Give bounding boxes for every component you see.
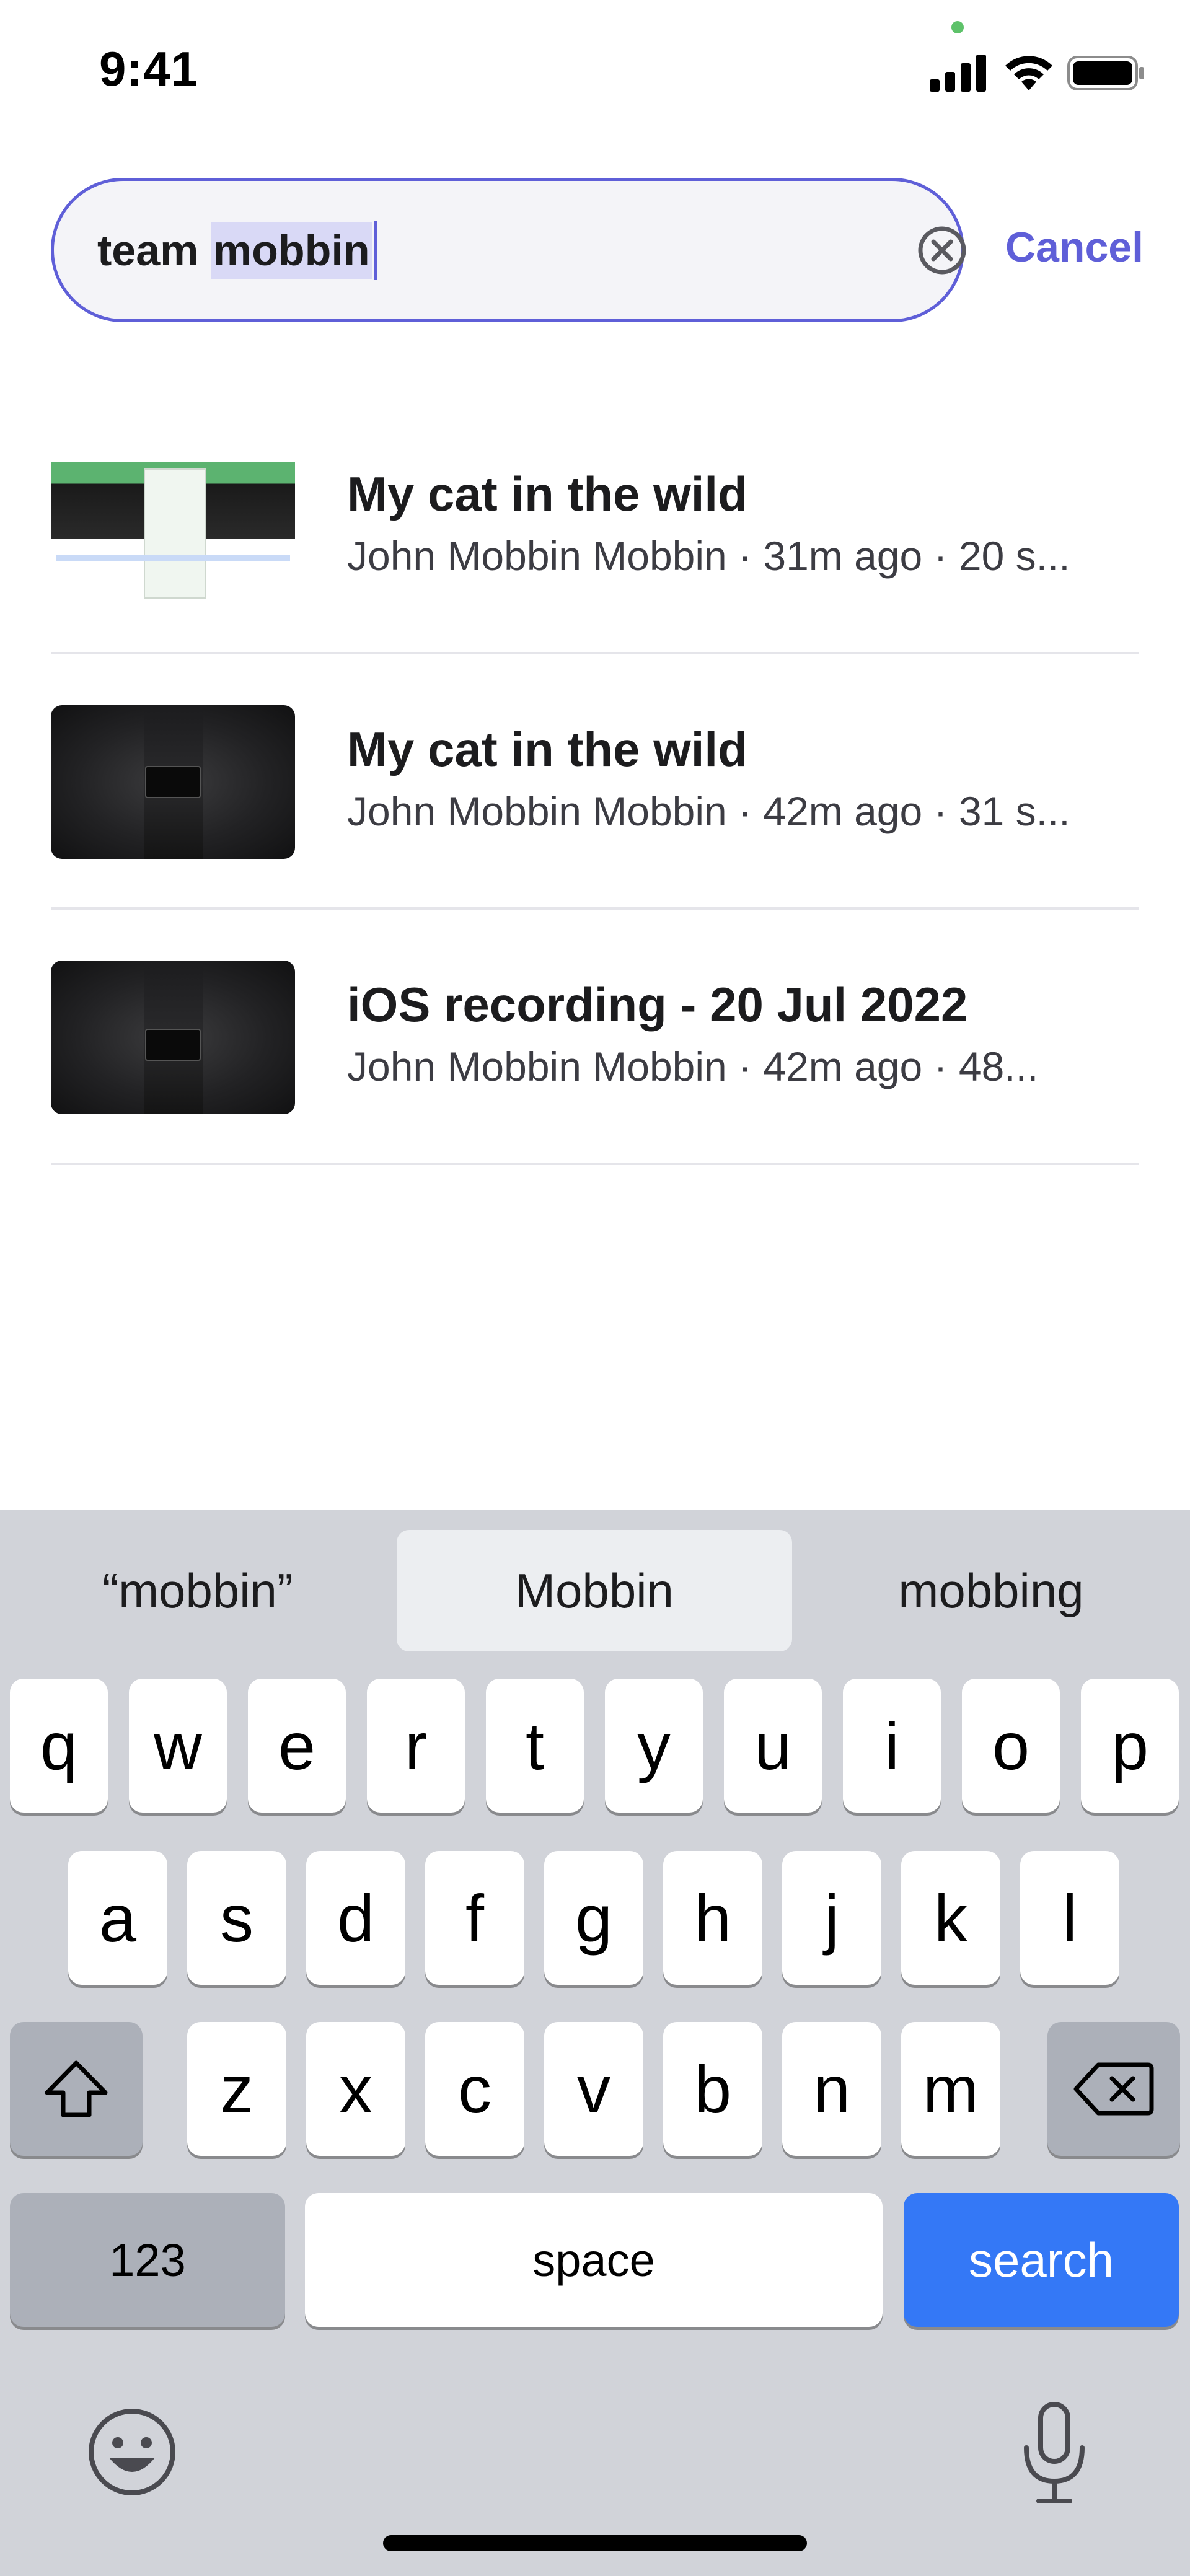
key-p[interactable]: p xyxy=(1081,1679,1179,1813)
key-s[interactable]: s xyxy=(187,1851,286,1985)
key-z[interactable]: z xyxy=(187,2022,286,2156)
delete-key[interactable] xyxy=(1047,2022,1180,2156)
key-y[interactable]: y xyxy=(605,1679,703,1813)
status-bar: 9:41 xyxy=(0,0,1190,143)
result-title: iOS recording - 20 Jul 2022 xyxy=(347,977,968,1032)
suggestion-quoted[interactable]: “mobbin” xyxy=(0,1530,395,1651)
text-caret xyxy=(373,220,377,280)
search-input[interactable]: team mobbin xyxy=(51,178,966,322)
key-f[interactable]: f xyxy=(425,1851,524,1985)
recording-thumbnail xyxy=(51,450,295,604)
camera-indicator-dot xyxy=(951,21,964,33)
thumbnail-detail xyxy=(145,1029,201,1061)
divider xyxy=(51,652,1139,654)
search-query-text: team mobbin xyxy=(97,181,377,319)
key-q[interactable]: q xyxy=(10,1679,108,1813)
result-title: My cat in the wild xyxy=(347,722,747,776)
backspace-icon xyxy=(1073,2062,1154,2116)
key-m[interactable]: m xyxy=(901,2022,1000,2156)
thumbnail-phone-preview xyxy=(144,468,206,599)
status-time: 9:41 xyxy=(99,42,199,96)
recording-thumbnail xyxy=(51,705,295,859)
result-meta: John Mobbin Mobbin · 42m ago · 31 s... xyxy=(347,788,1070,834)
shift-key[interactable] xyxy=(10,2022,143,2156)
key-c[interactable]: c xyxy=(425,2022,524,2156)
key-k[interactable]: k xyxy=(901,1851,1000,1985)
key-d[interactable]: d xyxy=(306,1851,405,1985)
thumbnail-detail xyxy=(56,555,290,561)
suggestion-autocorrect[interactable]: Mobbin xyxy=(397,1530,792,1651)
shift-icon xyxy=(45,2060,108,2117)
numbers-key[interactable]: 123 xyxy=(10,2193,285,2327)
wifi-icon xyxy=(1005,56,1052,90)
key-w[interactable]: w xyxy=(129,1679,227,1813)
result-meta: John Mobbin Mobbin · 31m ago · 20 s... xyxy=(347,533,1070,579)
key-b[interactable]: b xyxy=(663,2022,762,2156)
emoji-icon[interactable] xyxy=(87,2407,177,2497)
keyboard: “mobbin” Mobbin mobbing q w e r t y u i … xyxy=(0,1510,1190,2576)
search-query-prefix: team xyxy=(97,226,211,275)
result-meta: John Mobbin Mobbin · 42m ago · 48... xyxy=(347,1044,1039,1089)
key-l[interactable]: l xyxy=(1020,1851,1119,1985)
divider xyxy=(51,1163,1139,1165)
cellular-signal-icon xyxy=(930,55,986,92)
key-a[interactable]: a xyxy=(68,1851,167,1985)
key-n[interactable]: n xyxy=(782,2022,881,2156)
key-x[interactable]: x xyxy=(306,2022,405,2156)
home-indicator xyxy=(383,2535,807,2551)
battery-icon xyxy=(1067,56,1144,90)
result-title: My cat in the wild xyxy=(347,467,747,521)
key-g[interactable]: g xyxy=(544,1851,643,1985)
search-key[interactable]: search xyxy=(904,2193,1179,2327)
key-h[interactable]: h xyxy=(663,1851,762,1985)
list-item[interactable]: My cat in the wild John Mobbin Mobbin · … xyxy=(51,705,1139,961)
suggestion-alternate[interactable]: mobbing xyxy=(793,1530,1189,1651)
thumbnail-detail xyxy=(145,766,201,798)
key-j[interactable]: j xyxy=(782,1851,881,1985)
clear-search-icon[interactable] xyxy=(915,224,969,277)
key-v[interactable]: v xyxy=(544,2022,643,2156)
key-t[interactable]: t xyxy=(486,1679,584,1813)
key-i[interactable]: i xyxy=(843,1679,941,1813)
key-u[interactable]: u xyxy=(724,1679,822,1813)
space-key[interactable]: space xyxy=(305,2193,883,2327)
key-r[interactable]: r xyxy=(367,1679,465,1813)
search-query-selection: mobbin xyxy=(210,221,372,279)
list-item[interactable]: My cat in the wild John Mobbin Mobbin · … xyxy=(51,450,1139,705)
microphone-icon[interactable] xyxy=(1020,2401,1088,2506)
key-e[interactable]: e xyxy=(248,1679,346,1813)
cancel-button[interactable]: Cancel xyxy=(1005,223,1144,271)
recording-thumbnail xyxy=(51,961,295,1114)
list-item[interactable]: iOS recording - 20 Jul 2022 John Mobbin … xyxy=(51,961,1139,1216)
divider xyxy=(51,907,1139,910)
key-o[interactable]: o xyxy=(962,1679,1060,1813)
